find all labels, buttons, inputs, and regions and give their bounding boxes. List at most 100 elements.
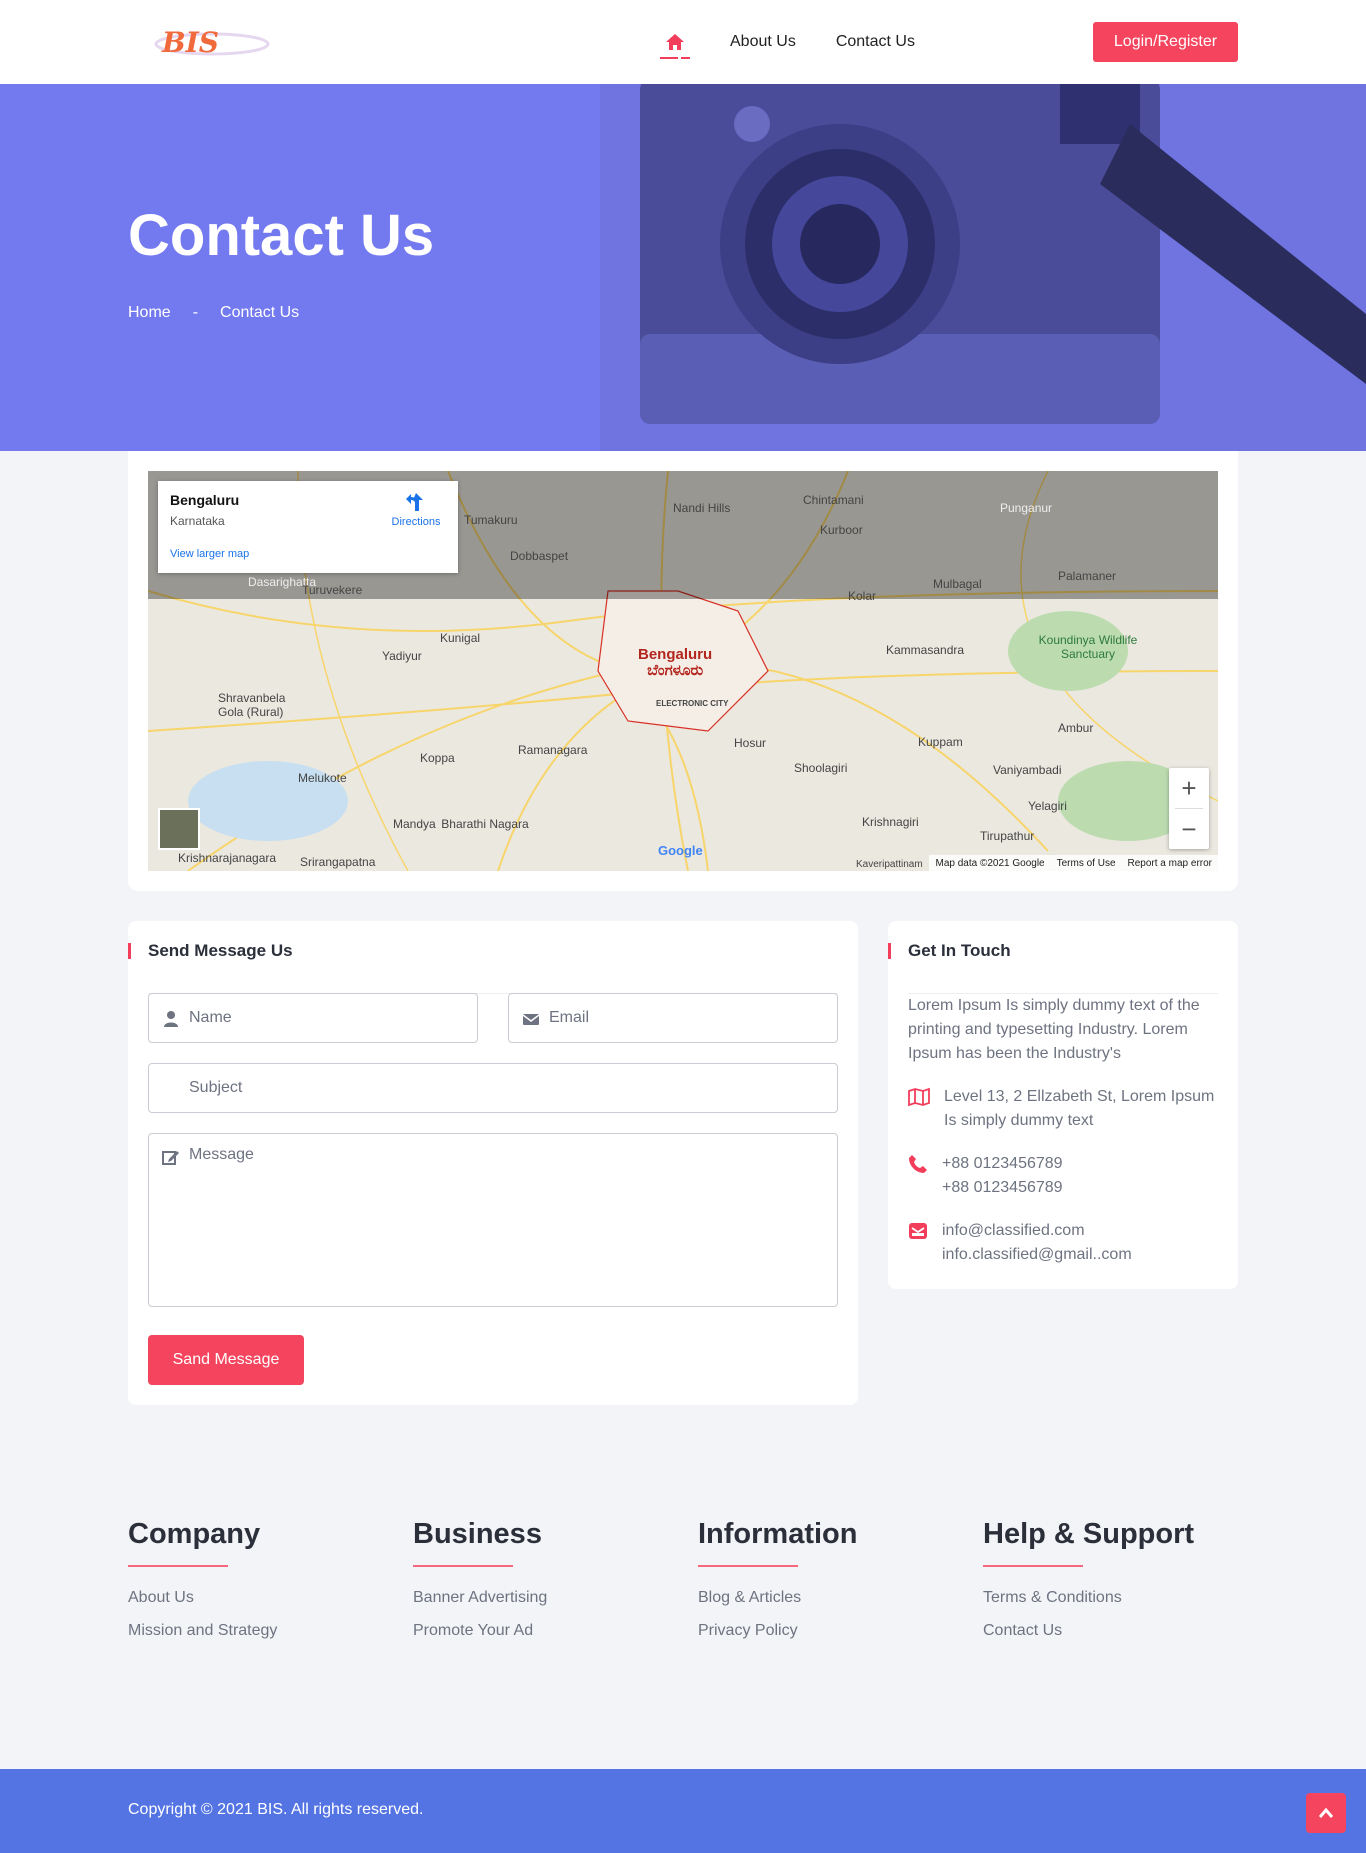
footer-link-about[interactable]: About Us (128, 1589, 277, 1607)
email-address-1[interactable]: info@classified.com (942, 1219, 1132, 1243)
email-row: info@classified.com info.classified@gmai… (908, 1219, 1218, 1267)
map-place-card: Bengaluru Karnataka View larger map Dire… (158, 481, 458, 573)
map-place-label: Srirangapatna (300, 855, 376, 869)
map-zoom-control: + − (1169, 768, 1209, 849)
map-place-label: Melukote (298, 771, 347, 785)
inbox-icon (909, 1223, 927, 1239)
subject-input[interactable] (189, 1064, 827, 1112)
footer-link-promote-ad[interactable]: Promote Your Ad (413, 1622, 547, 1640)
map-place-label: ELECTRONIC CITY (656, 699, 729, 708)
map-place-label: Punganur (1000, 501, 1053, 515)
breadcrumb-separator: - (192, 304, 199, 321)
satellite-toggle[interactable] (158, 808, 200, 850)
brand-logo[interactable]: BIS (152, 24, 270, 60)
map-place-label: Krishnagiri (862, 815, 919, 829)
footer-business-column: Business Banner Advertising Promote Your… (413, 1518, 547, 1655)
map-place-label: Chintamani (803, 493, 864, 507)
footer-title-underline (128, 1565, 228, 1567)
message-input[interactable] (189, 1146, 827, 1306)
map-data-text: Map data ©2021 Google (935, 857, 1045, 869)
logo-text: BIS (161, 26, 219, 59)
map-place-label: Tumakuru (464, 513, 518, 527)
scroll-to-top-button[interactable] (1306, 1793, 1346, 1833)
page-title: Contact Us (128, 203, 435, 268)
send-message-button[interactable]: Sand Message (148, 1335, 304, 1385)
footer-link-terms[interactable]: Terms & Conditions (983, 1589, 1194, 1607)
zoom-in-button[interactable]: + (1169, 768, 1209, 808)
name-field[interactable] (148, 993, 478, 1043)
footer-link-contact[interactable]: Contact Us (983, 1622, 1194, 1640)
map-place-label: Kuppam (918, 735, 963, 749)
footer-information-column: Information Blog & Articles Privacy Poli… (698, 1518, 858, 1655)
directions-label: Directions (391, 516, 441, 528)
map-place-label: Turuvekere (302, 583, 363, 597)
copyright-bar: Copyright © 2021 BIS. All rights reserve… (0, 1769, 1366, 1853)
directions-button[interactable]: Directions (386, 491, 446, 528)
hero-banner: Contact Us Home - Contact Us (0, 84, 1366, 451)
map-place-label: Koundinya Wildlife Sanctuary (1038, 633, 1138, 661)
email-input[interactable] (549, 994, 827, 1042)
address-row: Level 13, 2 Ellzabeth St, Lorem Ipsum Is… (908, 1085, 1218, 1133)
map-place-label: Shoolagiri (794, 761, 848, 775)
footer-company-title: Company (128, 1518, 261, 1550)
touch-header: Get In Touch (888, 941, 1218, 994)
nav-home-link[interactable] (660, 0, 690, 84)
email-field[interactable] (508, 993, 838, 1043)
footer-title-underline (983, 1565, 1083, 1567)
user-icon (164, 1011, 178, 1027)
map-place-label: Yadiyur (382, 649, 422, 663)
login-register-button[interactable]: Login/Register (1093, 22, 1238, 62)
map-place-name: Bengaluru (170, 492, 240, 508)
map-place-label: Vaniyambadi (993, 763, 1062, 777)
directions-icon (406, 493, 423, 511)
footer-title-underline (698, 1565, 798, 1567)
map-place-label: Bharathi Nagara (441, 817, 529, 831)
footer-link-banner-advertising[interactable]: Banner Advertising (413, 1589, 547, 1607)
email-address-2[interactable]: info.classified@gmail..com (942, 1243, 1132, 1267)
address-text: Level 13, 2 Ellzabeth St, Lorem Ipsum Is… (944, 1088, 1215, 1129)
home-icon (666, 34, 684, 50)
view-larger-map-link[interactable]: View larger map (170, 548, 249, 560)
map-place-label: Krishnarajanagara (178, 851, 277, 865)
message-field[interactable] (148, 1133, 838, 1307)
footer-link-mission[interactable]: Mission and Strategy (128, 1622, 277, 1640)
map-place-label: Mulbagal (933, 577, 982, 591)
nav-about-link[interactable]: About Us (730, 33, 796, 51)
phone-numbers: +88 0123456789 +88 0123456789 (942, 1152, 1063, 1200)
map-city-label-en: Bengaluru (638, 646, 713, 663)
footer-link-privacy[interactable]: Privacy Policy (698, 1622, 858, 1640)
embedded-map[interactable]: Tumakuru Dobbaspet Nandi Hills Chintaman… (148, 471, 1218, 871)
map-place-label: Mandya (393, 817, 436, 831)
touch-description: Lorem Ipsum Is simply dummy text of the … (908, 997, 1200, 1062)
map-place-label: Shravanbela Gola (Rural) (218, 691, 286, 719)
main-nav: About Us Contact Us (660, 0, 915, 84)
footer-link-blog[interactable]: Blog & Articles (698, 1589, 858, 1607)
map-place-label: Kurboor (820, 523, 863, 537)
breadcrumb-current: Contact Us (220, 304, 300, 321)
map-place-label: Koppa (420, 751, 455, 765)
map-place-label: Palamaner (1058, 569, 1117, 583)
phone-number-1[interactable]: +88 0123456789 (942, 1152, 1063, 1176)
footer-company-column: Company About Us Mission and Strategy (128, 1518, 277, 1655)
footer-title-underline (413, 1565, 513, 1567)
touch-title: Get In Touch (908, 941, 1011, 960)
phone-number-2[interactable]: +88 0123456789 (942, 1176, 1063, 1200)
map-report-link[interactable]: Report a map error (1128, 858, 1212, 869)
subject-field[interactable] (148, 1063, 838, 1113)
breadcrumb-home-link[interactable]: Home (128, 304, 171, 322)
map-terms-link[interactable]: Terms of Use (1057, 858, 1116, 869)
footer-business-title: Business (413, 1518, 542, 1550)
phone-row: +88 0123456789 +88 0123456789 (908, 1152, 1218, 1200)
map-place-label: Kammasandra (886, 643, 965, 657)
map-city-label-kn: ಬೆಂಗಳೂರು (647, 662, 704, 679)
nav-contact-link[interactable]: Contact Us (836, 33, 915, 51)
zoom-out-button[interactable]: − (1169, 809, 1209, 849)
map-icon (908, 1087, 930, 1107)
email-addresses: info@classified.com info.classified@gmai… (942, 1219, 1132, 1267)
name-input[interactable] (189, 994, 467, 1042)
map-place-label: Yelagiri (1028, 799, 1067, 813)
footer-support-column: Help & Support Terms & Conditions Contac… (983, 1518, 1194, 1655)
footer-information-title: Information (698, 1518, 858, 1550)
contact-form-card: Send Message Us Sand Message (128, 921, 858, 1405)
map-place-label: Ambur (1058, 721, 1094, 735)
